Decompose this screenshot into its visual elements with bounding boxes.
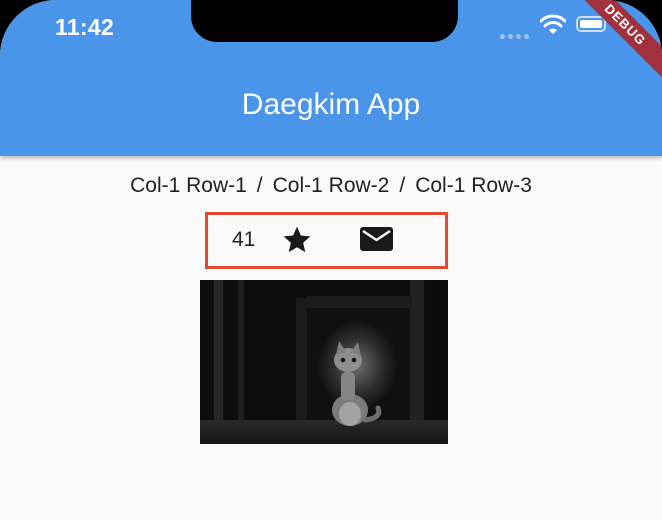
app-title: Daegkim App — [241, 88, 421, 121]
mail-icon — [359, 224, 394, 259]
row-label-3: Col-1 Row-3 — [415, 174, 532, 197]
app-bar: 11:42 DEBUG Daegkim App — [0, 0, 662, 156]
phone-screen: 11:42 DEBUG Daegkim App Col-1 Row-1/Col-… — [0, 0, 662, 520]
row-label-1: Col-1 Row-1 — [130, 174, 247, 197]
row-separator: / — [256, 174, 263, 197]
cellular-signal-icon — [500, 26, 532, 44]
battery-icon — [576, 16, 606, 32]
row-label-2: Col-1 Row-2 — [272, 174, 390, 197]
debug-banner: DEBUG — [564, 0, 662, 86]
wifi-icon — [539, 14, 567, 41]
device-notch — [191, 0, 458, 42]
star-icon — [280, 224, 314, 261]
row-labels: Col-1 Row-1 / Col-1 Row-2 / Col-1 Row-3 — [0, 174, 662, 198]
row-separator: / — [399, 174, 406, 197]
status-time: 11:42 — [55, 14, 115, 40]
count-label: 41 — [232, 228, 256, 251]
kitten-photo — [200, 280, 448, 444]
